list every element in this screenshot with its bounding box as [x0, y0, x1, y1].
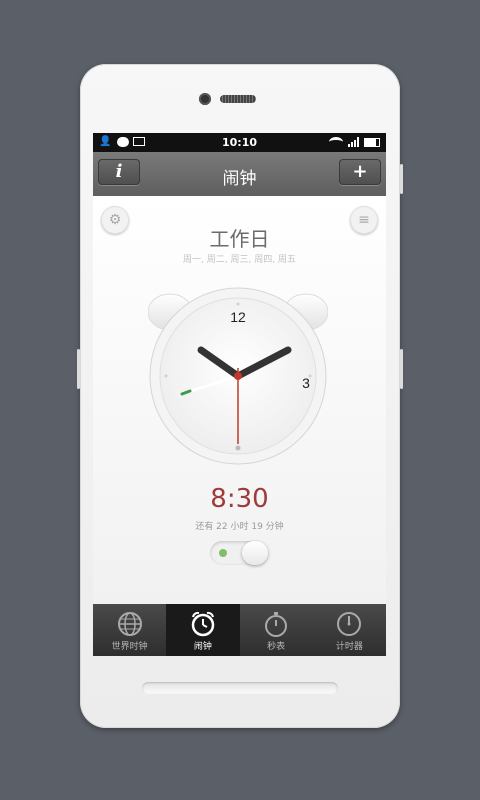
tab-label: 计时器 — [335, 642, 363, 652]
battery-icon — [364, 137, 380, 147]
home-button[interactable] — [142, 682, 338, 694]
tab-timer[interactable]: 计时器 — [313, 604, 386, 656]
alarm-time: 8:30 — [210, 484, 269, 514]
alarm-detail: ⚙ ≡ 工作日 周一, 周二, 周三, 周四, 周五 12 3 8:30 还有 … — [93, 196, 386, 604]
volume-down-button — [400, 349, 403, 389]
phone-frame: 👤 10:10 i 闹钟 + ⚙ ≡ 工作日 周一, 周二, 周三, 周四, 周… — [77, 64, 403, 728]
globe-icon — [117, 612, 142, 636]
tab-label: 闹钟 — [193, 642, 212, 652]
screen: 👤 10:10 i 闹钟 + ⚙ ≡ 工作日 周一, 周二, 周三, 周四, 周… — [93, 133, 386, 656]
front-camera — [199, 93, 211, 105]
tab-bar: 世界时钟 闹钟 秒表 计时器 — [93, 604, 386, 656]
clock-label-12: 12 — [230, 309, 246, 325]
status-bar: 👤 10:10 — [93, 133, 386, 152]
volume-up-button — [77, 349, 80, 389]
alarm-clock-icon — [191, 611, 215, 637]
alarm-name: 工作日 — [209, 227, 270, 251]
toggle-knob[interactable] — [242, 541, 268, 565]
power-button — [400, 164, 403, 194]
add-alarm-button[interactable]: + — [339, 159, 381, 185]
alarm-clock-graphic: 12 3 — [147, 284, 329, 466]
earpiece-speaker — [220, 95, 256, 103]
time-remaining: 还有 22 小时 19 分钟 — [195, 522, 284, 532]
stopwatch-icon — [265, 612, 288, 637]
title-bar: i 闹钟 + — [93, 152, 386, 197]
clock-center — [234, 372, 242, 380]
tab-stopwatch[interactable]: 秒表 — [240, 604, 313, 656]
alarm-toggle[interactable] — [210, 541, 268, 565]
timer-icon — [337, 612, 362, 636]
tab-label: 秒表 — [267, 642, 286, 652]
wifi-icon — [329, 137, 343, 147]
tab-label: 世界时钟 — [111, 642, 148, 652]
tab-alarm[interactable]: 闹钟 — [166, 604, 240, 656]
alarm-days: 周一, 周二, 周三, 周四, 周五 — [183, 255, 296, 265]
tab-world-clock[interactable]: 世界时钟 — [93, 604, 166, 656]
toggle-on-indicator — [219, 549, 227, 557]
signal-icon — [348, 137, 359, 147]
clock-label-3: 3 — [302, 375, 310, 391]
